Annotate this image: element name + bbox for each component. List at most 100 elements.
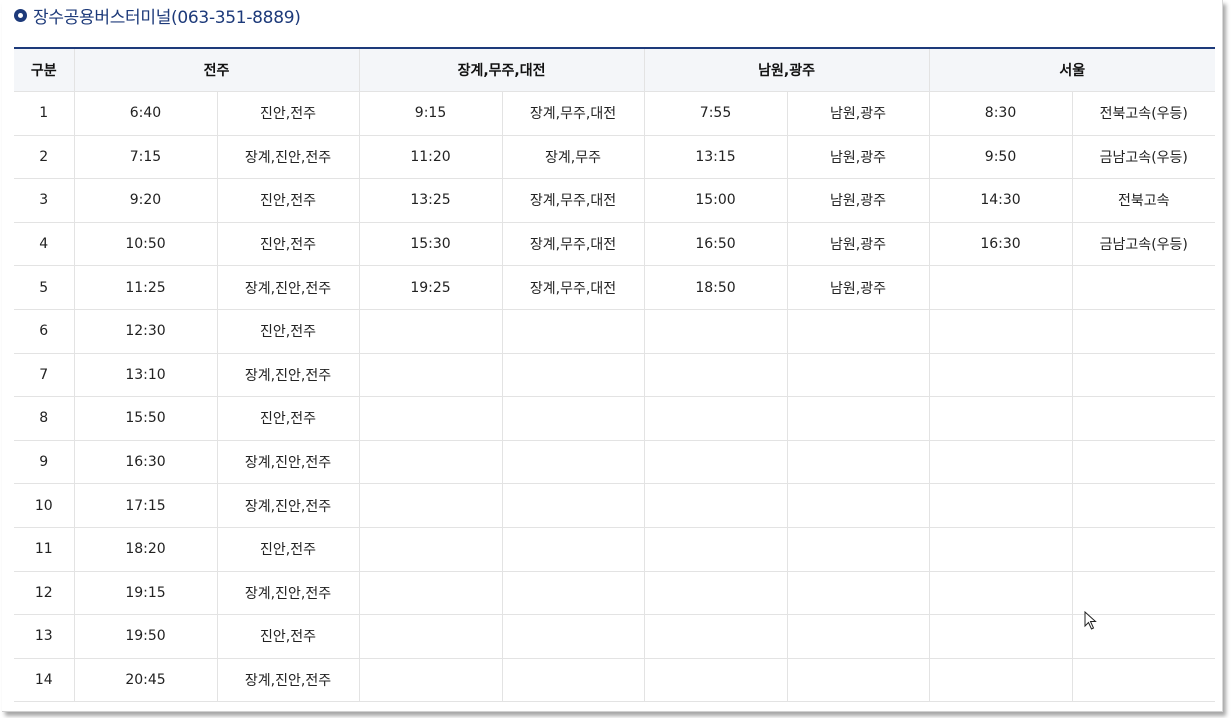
janggye-time-cell: 13:25 bbox=[358, 178, 503, 223]
jeonju-time-cell: 11:25 bbox=[73, 265, 218, 310]
jeonju-time-cell: 7:15 bbox=[73, 134, 218, 180]
row-number-cell: 11 bbox=[14, 526, 75, 572]
table-row: 11 18:20 진안,전주 bbox=[14, 526, 1216, 572]
seoul-time-cell bbox=[928, 570, 1073, 616]
jeonju-route-cell: 진안,전주 bbox=[216, 221, 360, 267]
jeonju-route-cell: 진안,전주 bbox=[216, 308, 360, 354]
namwon-time-cell bbox=[643, 614, 788, 659]
seoul-route-cell: 금남고속(우등) bbox=[1071, 134, 1216, 180]
janggye-time-cell: 9:15 bbox=[358, 91, 503, 136]
namwon-time-cell: 16:50 bbox=[643, 221, 788, 267]
namwon-route-cell bbox=[786, 352, 930, 398]
seoul-time-cell: 9:50 bbox=[928, 134, 1073, 180]
janggye-route-cell bbox=[501, 483, 645, 528]
namwon-time-cell bbox=[643, 439, 788, 485]
janggye-time-cell bbox=[358, 657, 503, 703]
jeonju-time-cell: 16:30 bbox=[73, 439, 218, 485]
table-row: 2 7:15 장계,진안,전주 11:20 장계,무주 13:15 남원,광주 9:50 금남고… bbox=[14, 134, 1216, 180]
jeonju-time-cell: 15:50 bbox=[73, 396, 218, 441]
seoul-route-cell bbox=[1071, 439, 1216, 485]
seoul-route-cell bbox=[1071, 483, 1216, 528]
seoul-route-cell: 전북고속 bbox=[1071, 178, 1216, 223]
jeonju-time-cell: 20:45 bbox=[73, 657, 218, 703]
janggye-route-cell bbox=[501, 439, 645, 485]
jeonju-time-cell: 19:15 bbox=[73, 570, 218, 616]
jeonju-time-cell: 12:30 bbox=[73, 308, 218, 354]
seoul-time-cell bbox=[928, 308, 1073, 354]
jeonju-time-cell: 9:20 bbox=[73, 178, 218, 223]
header-gubun: 구분 bbox=[14, 47, 75, 92]
namwon-time-cell: 13:15 bbox=[643, 134, 788, 180]
seoul-time-cell: 14:30 bbox=[928, 178, 1073, 223]
jeonju-time-cell: 10:50 bbox=[73, 221, 218, 267]
namwon-time-cell bbox=[643, 483, 788, 528]
janggye-route-cell bbox=[501, 308, 645, 354]
janggye-route-cell: 장계,무주,대전 bbox=[501, 221, 645, 267]
janggye-route-cell: 장계,무주,대전 bbox=[501, 265, 645, 310]
janggye-route-cell: 장계,무주 bbox=[501, 134, 645, 180]
seoul-route-cell: 전북고속(우등) bbox=[1071, 91, 1216, 136]
table-row: 8 15:50 진안,전주 bbox=[14, 396, 1216, 441]
seoul-route-cell bbox=[1071, 526, 1216, 572]
circle-bullet-icon bbox=[14, 8, 27, 22]
janggye-time-cell bbox=[358, 308, 503, 354]
namwon-time-cell: 7:55 bbox=[643, 91, 788, 136]
jeonju-time-cell: 13:10 bbox=[73, 352, 218, 398]
janggye-time-cell bbox=[358, 614, 503, 659]
seoul-route-cell: 금남고속(우등) bbox=[1071, 221, 1216, 267]
table-row: 4 10:50 진안,전주 15:30 장계,무주,대전 16:50 남원,광주 16:30 금… bbox=[14, 221, 1216, 267]
namwon-time-cell: 18:50 bbox=[643, 265, 788, 310]
seoul-time-cell bbox=[928, 657, 1073, 703]
table-row: 12 19:15 장계,진안,전주 bbox=[14, 570, 1216, 616]
row-number-cell: 12 bbox=[14, 570, 75, 616]
table-row: 6 12:30 진안,전주 bbox=[14, 308, 1216, 354]
header-namwon-gwangju: 남원,광주 bbox=[643, 47, 930, 92]
namwon-route-cell bbox=[786, 657, 930, 703]
jeonju-route-cell: 장계,진안,전주 bbox=[216, 439, 360, 485]
table-row: 3 9:20 진안,전주 13:25 장계,무주,대전 15:00 남원,광주 14:30 전북… bbox=[14, 178, 1216, 223]
row-number-cell: 13 bbox=[14, 614, 75, 659]
janggye-time-cell bbox=[358, 439, 503, 485]
table-row: 5 11:25 장계,진안,전주 19:25 장계,무주,대전 18:50 남원,광주 bbox=[14, 265, 1216, 310]
row-number-cell: 14 bbox=[14, 657, 75, 703]
row-number-cell: 4 bbox=[14, 221, 75, 267]
seoul-time-cell bbox=[928, 614, 1073, 659]
seoul-route-cell bbox=[1071, 657, 1216, 703]
jeonju-route-cell: 진안,전주 bbox=[216, 614, 360, 659]
header-janggye-muju-daejeon: 장계,무주,대전 bbox=[358, 47, 645, 92]
namwon-route-cell bbox=[786, 308, 930, 354]
jeonju-route-cell: 장계,진안,전주 bbox=[216, 483, 360, 528]
jeonju-route-cell: 진안,전주 bbox=[216, 178, 360, 223]
janggye-time-cell: 15:30 bbox=[358, 221, 503, 267]
timetable-panel: 장수공용버스터미널(063-351-8889) 구분 전주 장계,무주,대전 남… bbox=[2, 0, 1223, 712]
terminal-title-text: 장수공용버스터미널(063-351-8889) bbox=[33, 7, 301, 28]
seoul-time-cell: 8:30 bbox=[928, 91, 1073, 136]
janggye-route-cell bbox=[501, 526, 645, 572]
row-number-cell: 7 bbox=[14, 352, 75, 398]
seoul-route-cell bbox=[1071, 396, 1216, 441]
seoul-time-cell bbox=[928, 526, 1073, 572]
seoul-time-cell bbox=[928, 396, 1073, 441]
seoul-time-cell bbox=[928, 265, 1073, 310]
table-row: 7 13:10 장계,진안,전주 bbox=[14, 352, 1216, 398]
namwon-route-cell bbox=[786, 570, 930, 616]
namwon-time-cell bbox=[643, 308, 788, 354]
jeonju-route-cell: 진안,전주 bbox=[216, 396, 360, 441]
namwon-route-cell bbox=[786, 439, 930, 485]
seoul-time-cell: 16:30 bbox=[928, 221, 1073, 267]
header-seoul: 서울 bbox=[928, 47, 1216, 92]
namwon-time-cell bbox=[643, 526, 788, 572]
row-number-cell: 6 bbox=[14, 308, 75, 354]
janggye-route-cell bbox=[501, 614, 645, 659]
seoul-time-cell bbox=[928, 483, 1073, 528]
mouse-pointer-icon bbox=[1084, 611, 1097, 630]
janggye-route-cell bbox=[501, 396, 645, 441]
row-number-cell: 10 bbox=[14, 483, 75, 528]
janggye-time-cell bbox=[358, 526, 503, 572]
table-row: 10 17:15 장계,진안,전주 bbox=[14, 483, 1216, 528]
namwon-time-cell bbox=[643, 657, 788, 703]
table-row: 13 19:50 진안,전주 bbox=[14, 614, 1216, 659]
janggye-route-cell: 장계,무주,대전 bbox=[501, 178, 645, 223]
jeonju-route-cell: 진안,전주 bbox=[216, 526, 360, 572]
namwon-route-cell bbox=[786, 483, 930, 528]
